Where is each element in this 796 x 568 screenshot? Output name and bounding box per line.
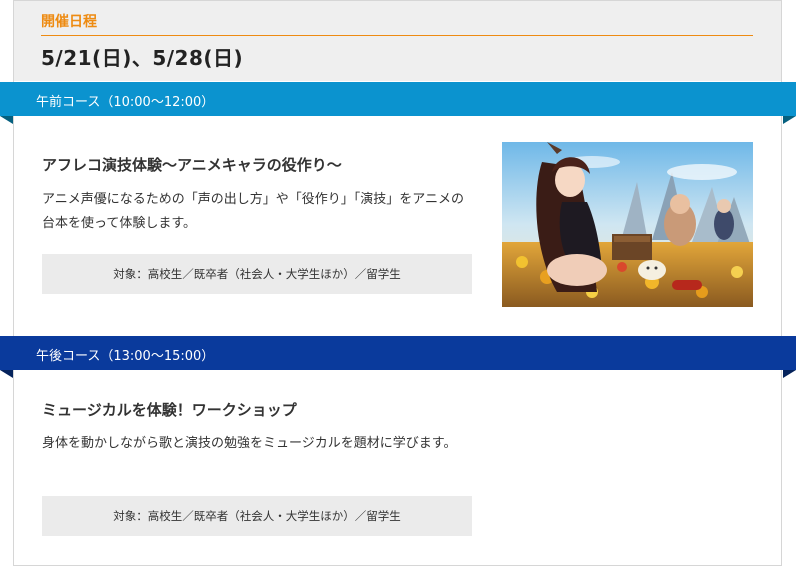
- band-fold-left: [0, 116, 13, 124]
- afternoon-course-title: ミュージカルを体験！ワークショップ: [42, 401, 297, 419]
- schedule-label: 開催日程: [41, 14, 97, 30]
- schedule-divider: [41, 35, 753, 36]
- course-illustration: [502, 142, 753, 307]
- morning-course-target: 対象：高校生／既卒者（社会人・大学生ほか）／留学生: [42, 254, 472, 294]
- morning-course-band: 午前コース（10:00〜12:00）: [0, 82, 796, 124]
- schedule-dates: 5/21(日)、5/28(日): [41, 46, 244, 70]
- band-fold-left: [0, 370, 13, 378]
- afternoon-course-description: 身体を動かしながら歌と演技の勉強をミュージカルを題材に学びます。: [42, 436, 457, 451]
- afternoon-course-band-label: 午後コース（13:00〜15:00）: [36, 349, 215, 364]
- afternoon-course-band: 午後コース（13:00〜15:00）: [0, 336, 796, 378]
- band-fold-right: [783, 116, 796, 124]
- band-fold-right: [783, 370, 796, 378]
- morning-course-band-label: 午前コース（10:00〜12:00）: [36, 95, 215, 110]
- afternoon-course-target: 対象：高校生／既卒者（社会人・大学生ほか）／留学生: [42, 496, 472, 536]
- morning-course-description: アニメ声優になるための「声の出し方」や「役作り」「演技」をアニメの台本を使って体…: [42, 192, 464, 231]
- morning-course-title: アフレコ演技体験〜アニメキャラの役作り〜: [42, 156, 342, 174]
